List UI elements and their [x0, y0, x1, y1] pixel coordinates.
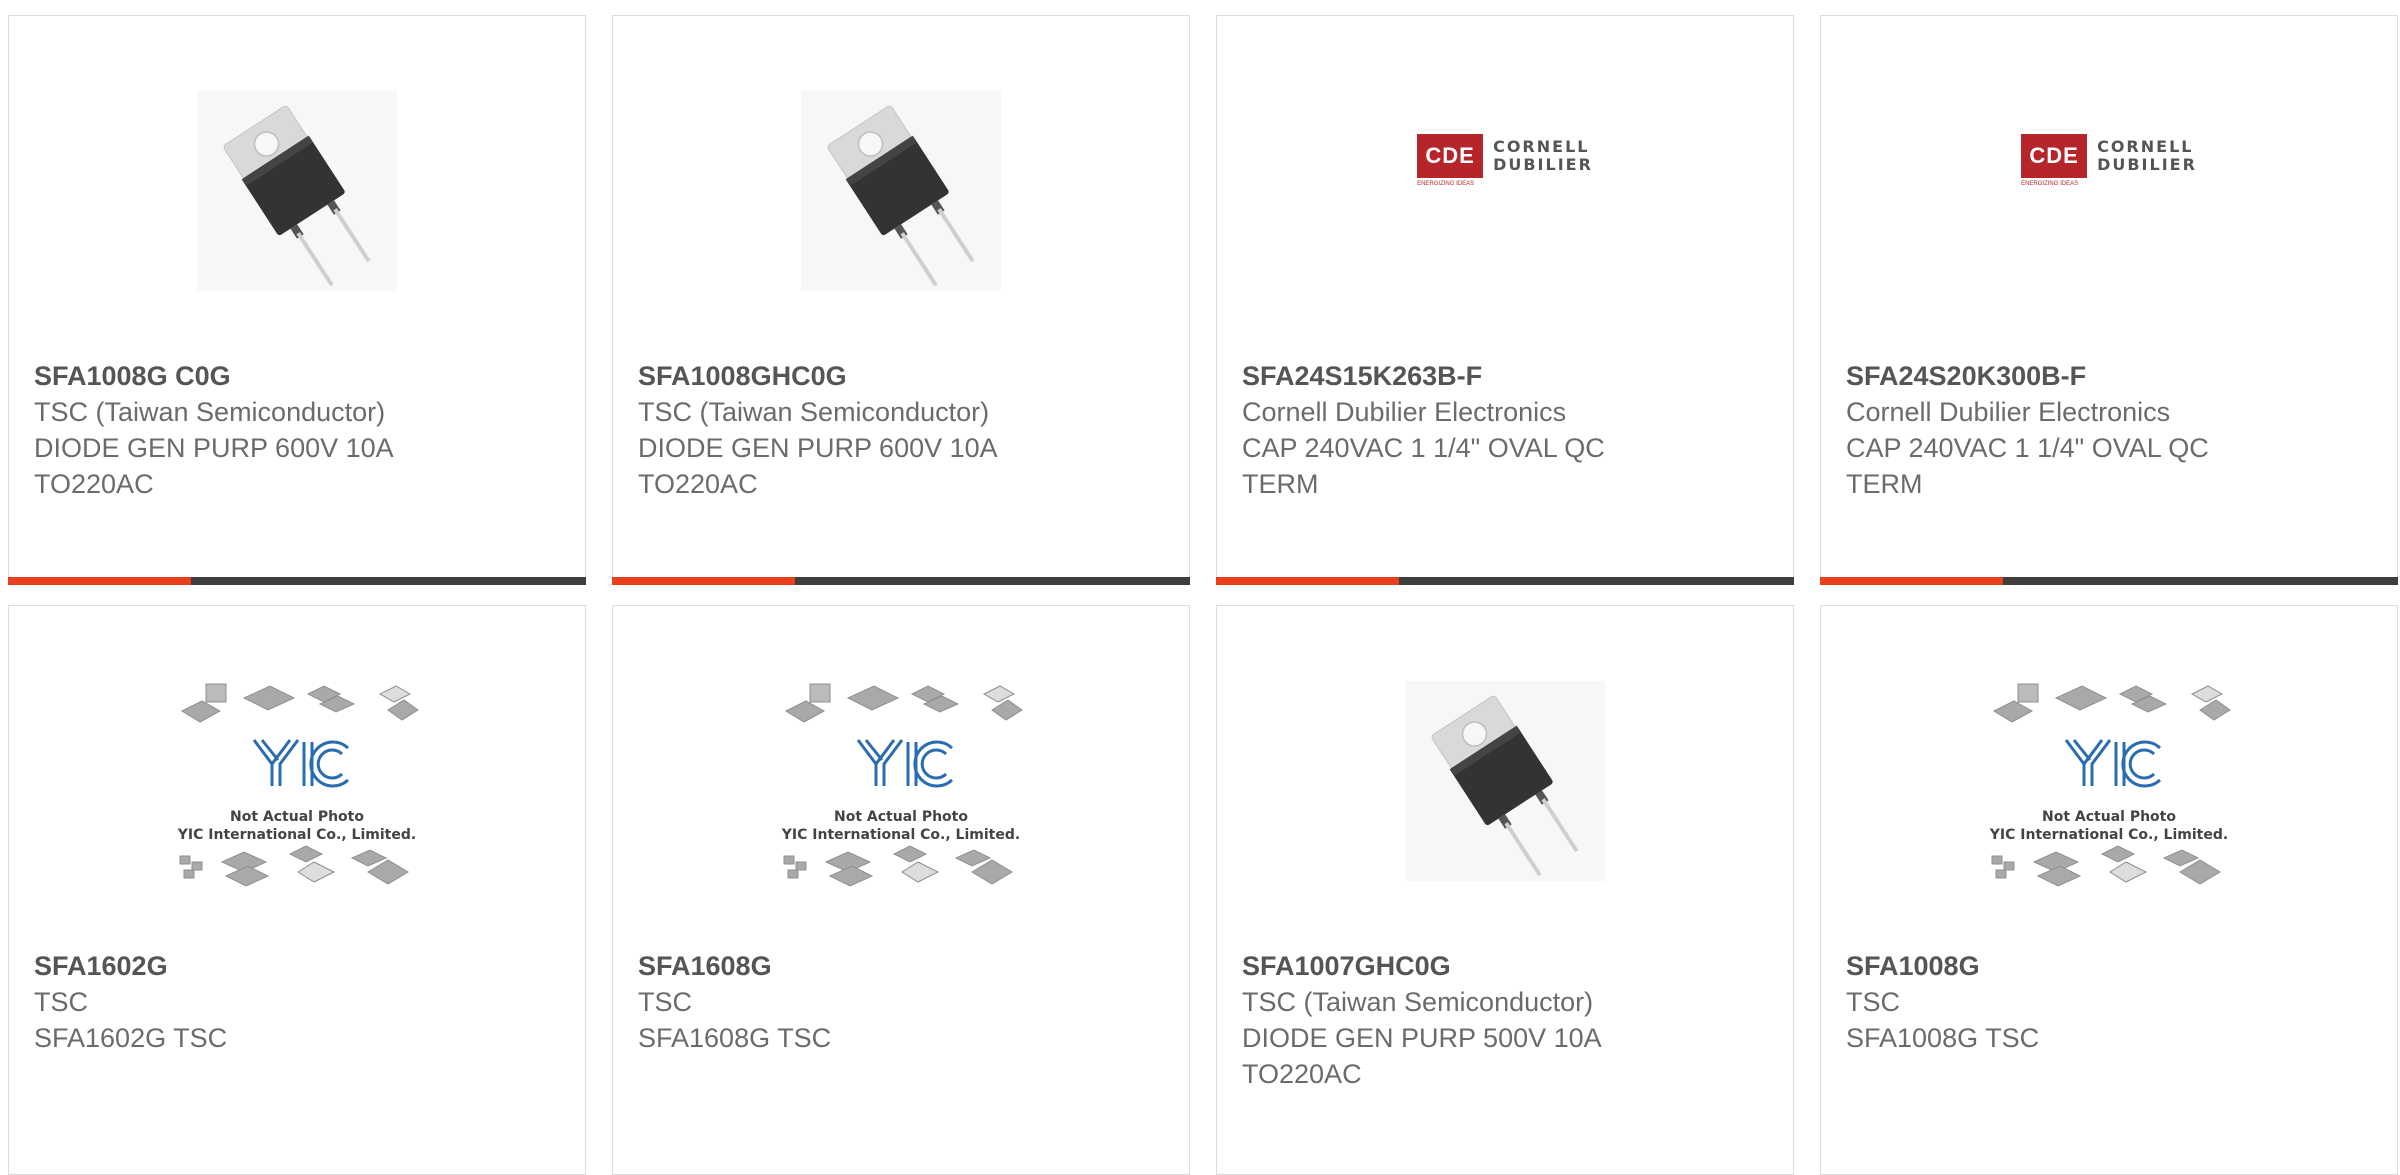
part-number[interactable]: SFA1008G [1846, 948, 2377, 984]
manufacturer: TSC [34, 987, 88, 1017]
card-accent [612, 577, 795, 585]
cde-wordmark: CORNELL DUBILIER [1493, 137, 1593, 174]
cde-logo: CDE ENERGIZING IDEAS CORNELL DUBILIER [1417, 134, 1593, 187]
product-image[interactable]: Not Actual Photo YIC International Co., … [9, 656, 585, 906]
product-card[interactable]: Not Actual Photo YIC International Co., … [1820, 605, 2398, 1175]
yic-placeholder-image: Not Actual Photo YIC International Co., … [162, 656, 432, 906]
manufacturer: TSC (Taiwan Semiconductor) [1242, 987, 1594, 1017]
yic-placeholder-image: Not Actual Photo YIC International Co., … [1974, 656, 2244, 906]
product-info: SFA24S15K263B-F Cornell Dubilier Electro… [1242, 358, 1773, 502]
product-info: SFA1007GHC0G TSC (Taiwan Semiconductor) … [1242, 948, 1773, 1092]
cde-logo: CDE ENERGIZING IDEAS CORNELL DUBILIER [2021, 134, 2197, 187]
description: SFA1602G TSC [34, 1023, 228, 1053]
product-card[interactable]: SFA1008G C0G TSC (Taiwan Semiconductor) … [8, 15, 586, 585]
cde-badge: CDE ENERGIZING IDEAS [2021, 134, 2088, 187]
product-info: SFA1008GHC0G TSC (Taiwan Semiconductor) … [638, 358, 1169, 502]
product-card[interactable]: Not Actual Photo YIC International Co., … [612, 605, 1190, 1175]
product-image[interactable] [1217, 656, 1793, 906]
description: CAP 240VAC 1 1/4" OVAL QC TERM [1242, 433, 1605, 499]
product-card[interactable]: SFA1008GHC0G TSC (Taiwan Semiconductor) … [612, 15, 1190, 585]
card-accent [8, 577, 191, 585]
part-number[interactable]: SFA1602G [34, 948, 565, 984]
card-accent [1820, 577, 2003, 585]
product-grid: SFA1008G C0G TSC (Taiwan Semiconductor) … [8, 15, 2400, 1175]
product-info: SFA1608G TSC SFA1608G TSC [638, 948, 1169, 1056]
cde-wordmark: CORNELL DUBILIER [2097, 137, 2197, 174]
placeholder-caption: Not Actual Photo YIC International Co., … [1989, 809, 2229, 843]
card-bottom-bar [1820, 577, 2398, 585]
placeholder-caption: Not Actual Photo YIC International Co., … [781, 809, 1021, 843]
cde-badge: CDE ENERGIZING IDEAS [1417, 134, 1484, 187]
part-number[interactable]: SFA24S15K263B-F [1242, 358, 1773, 394]
part-number[interactable]: SFA1608G [638, 948, 1169, 984]
product-info: SFA1008G TSC SFA1008G TSC [1846, 948, 2377, 1056]
product-image[interactable]: Not Actual Photo YIC International Co., … [613, 656, 1189, 906]
manufacturer: Cornell Dubilier Electronics [1242, 397, 1567, 427]
description: DIODE GEN PURP 600V 10A TO220AC [34, 433, 393, 499]
card-accent [1216, 577, 1399, 585]
placeholder-caption: Not Actual Photo YIC International Co., … [177, 809, 417, 843]
manufacturer: TSC (Taiwan Semiconductor) [638, 397, 990, 427]
manufacturer: TSC [638, 987, 692, 1017]
product-info: SFA24S20K300B-F Cornell Dubilier Electro… [1846, 358, 2377, 502]
description: SFA1608G TSC [638, 1023, 832, 1053]
product-info: SFA1602G TSC SFA1602G TSC [34, 948, 565, 1056]
description: SFA1008G TSC [1846, 1023, 2040, 1053]
manufacturer: Cornell Dubilier Electronics [1846, 397, 2171, 427]
product-info: SFA1008G C0G TSC (Taiwan Semiconductor) … [34, 358, 565, 502]
product-image[interactable]: CDE ENERGIZING IDEAS CORNELL DUBILIER [1821, 66, 2397, 316]
part-number[interactable]: SFA24S20K300B-F [1846, 358, 2377, 394]
product-image[interactable]: CDE ENERGIZING IDEAS CORNELL DUBILIER [1217, 66, 1793, 316]
product-image[interactable]: Not Actual Photo YIC International Co., … [1821, 656, 2397, 906]
card-bottom-bar [1216, 577, 1794, 585]
part-number[interactable]: SFA1007GHC0G [1242, 948, 1773, 984]
manufacturer: TSC [1846, 987, 1900, 1017]
part-number[interactable]: SFA1008G C0G [34, 358, 565, 394]
card-bottom-bar [8, 577, 586, 585]
product-card[interactable]: CDE ENERGIZING IDEAS CORNELL DUBILIER SF… [1820, 15, 2398, 585]
part-number[interactable]: SFA1008GHC0G [638, 358, 1169, 394]
description: DIODE GEN PURP 600V 10A TO220AC [638, 433, 997, 499]
to220-transistor-photo [197, 91, 397, 291]
product-image[interactable] [9, 66, 585, 316]
product-image[interactable] [613, 66, 1189, 316]
description: DIODE GEN PURP 500V 10A TO220AC [1242, 1023, 1601, 1089]
product-card[interactable]: Not Actual Photo YIC International Co., … [8, 605, 586, 1175]
manufacturer: TSC (Taiwan Semiconductor) [34, 397, 386, 427]
to220-transistor-photo [1405, 681, 1605, 881]
to220-transistor-photo [801, 91, 1001, 291]
product-card[interactable]: SFA1007GHC0G TSC (Taiwan Semiconductor) … [1216, 605, 1794, 1175]
description: CAP 240VAC 1 1/4" OVAL QC TERM [1846, 433, 2209, 499]
product-card[interactable]: CDE ENERGIZING IDEAS CORNELL DUBILIER SF… [1216, 15, 1794, 585]
card-bottom-bar [612, 577, 1190, 585]
yic-placeholder-image: Not Actual Photo YIC International Co., … [766, 656, 1036, 906]
